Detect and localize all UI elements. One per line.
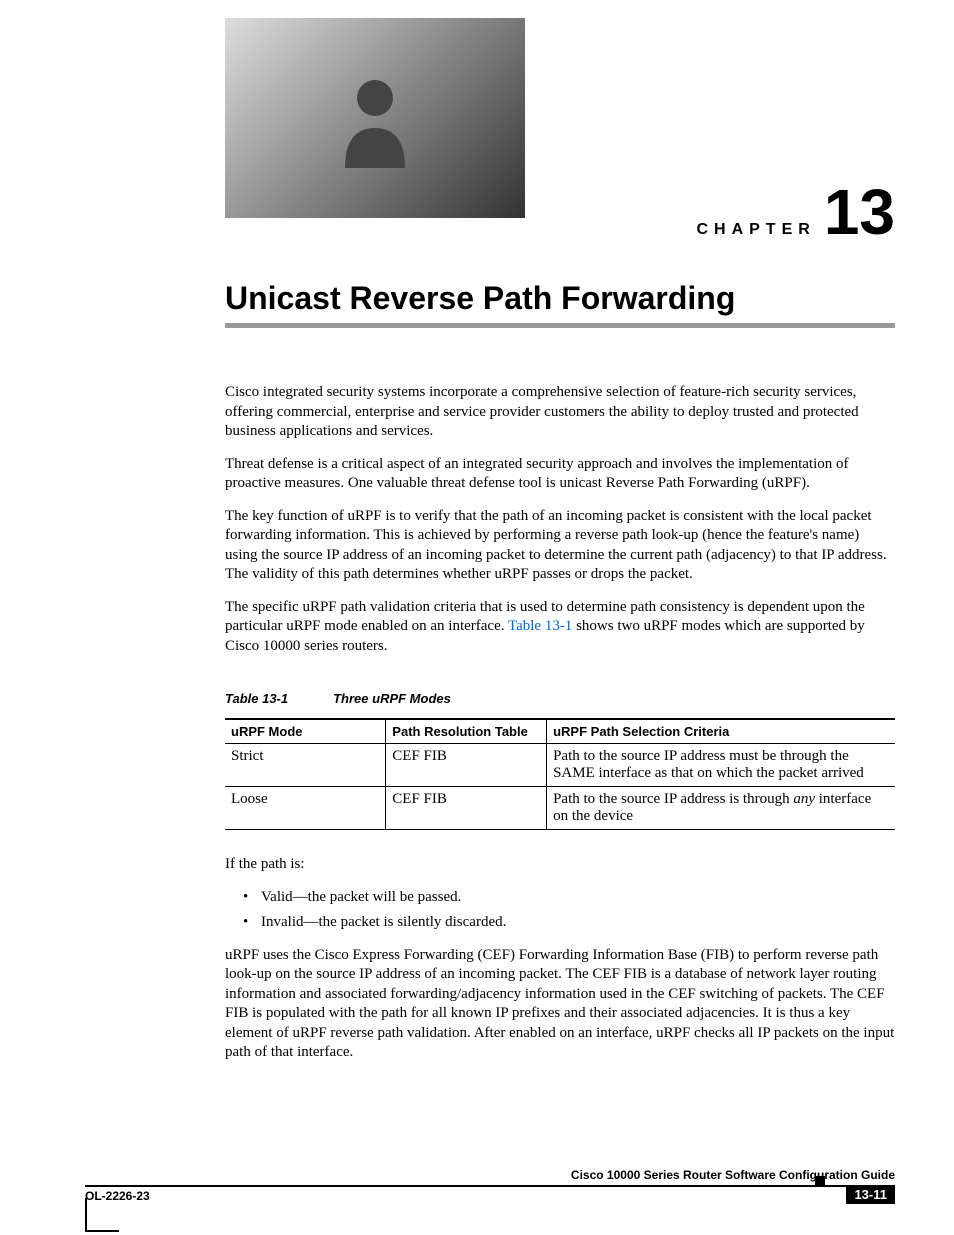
crop-mark-icon (85, 1198, 87, 1232)
cef-paragraph: uRPF uses the Cisco Express Forwarding (… (225, 946, 895, 1063)
page-title: Unicast Reverse Path Forwarding (225, 280, 895, 317)
cell-resolution: CEF FIB (386, 744, 547, 787)
intro-paragraph-2: Threat defense is a critical aspect of a… (225, 455, 895, 494)
footer-page-number: 13-11 (846, 1185, 895, 1204)
chapter-number: 13 (824, 180, 895, 244)
chapter-indicator: CHAPTER 13 (696, 180, 895, 244)
table-row: Strict CEF FIB Path to the source IP add… (225, 744, 895, 787)
col-criteria: uRPF Path Selection Criteria (547, 719, 895, 744)
col-resolution: Path Resolution Table (386, 719, 547, 744)
title-rule (225, 323, 895, 328)
table-caption: Table 13-1 Three uRPF Modes (225, 691, 895, 706)
person-placeholder-icon (315, 58, 435, 178)
table-header-row: uRPF Mode Path Resolution Table uRPF Pat… (225, 719, 895, 744)
cell-mode: Loose (225, 787, 386, 830)
col-mode: uRPF Mode (225, 719, 386, 744)
table-number: Table 13-1 (225, 691, 288, 706)
chapter-label: CHAPTER (696, 221, 815, 239)
if-path-text: If the path is: (225, 855, 895, 875)
cell-criteria: Path to the source IP address must be th… (547, 744, 895, 787)
intro-paragraph-3: The key function of uRPF is to verify th… (225, 507, 895, 585)
chapter-header-image (225, 18, 525, 218)
intro-paragraph-1: Cisco integrated security systems incorp… (225, 383, 895, 442)
footer-tick-mark (815, 1176, 825, 1186)
cell-resolution: CEF FIB (386, 787, 547, 830)
table-row: Loose CEF FIB Path to the source IP addr… (225, 787, 895, 830)
footer-guide-title: Cisco 10000 Series Router Software Confi… (85, 1168, 895, 1182)
list-item: Valid—the packet will be passed. (243, 888, 895, 908)
list-item: Invalid—the packet is silently discarded… (243, 913, 895, 933)
cell-mode: Strict (225, 744, 386, 787)
path-outcome-list: Valid—the packet will be passed. Invalid… (243, 888, 895, 933)
urpf-modes-table: uRPF Mode Path Resolution Table uRPF Pat… (225, 718, 895, 830)
table-reference-link[interactable]: Table 13-1 (508, 618, 572, 634)
footer-bar: OL-2226-23 13-11 (85, 1185, 895, 1207)
cell-criteria: Path to the source IP address is through… (547, 787, 895, 830)
table-title: Three uRPF Modes (333, 691, 451, 706)
intro-paragraph-4: The specific uRPF path validation criter… (225, 598, 895, 657)
footer-doc-id: OL-2226-23 (85, 1189, 150, 1203)
